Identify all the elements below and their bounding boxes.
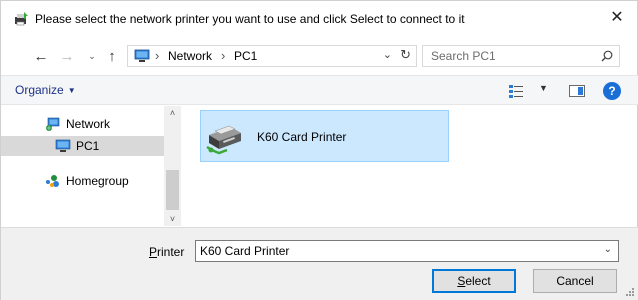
scroll-up-icon: ˄ (169, 108, 176, 118)
tree-item-label: Network (66, 117, 111, 131)
computer-icon (134, 49, 150, 62)
preview-pane-button[interactable] (569, 85, 585, 97)
address-dropdown-icon[interactable]: ⌄ (383, 48, 392, 61)
close-icon: ✕ (610, 9, 624, 26)
scroll-down-icon: ˅ (169, 214, 176, 224)
search-placeholder: Search PC1 (431, 49, 496, 63)
close-button[interactable]: ✕ (595, 1, 638, 33)
accelerator-key: S (457, 274, 466, 288)
computer-icon (55, 139, 71, 152)
homegroup-icon (46, 175, 59, 187)
scrollbar-thumb[interactable] (166, 170, 179, 210)
select-button-label: elect (465, 274, 491, 288)
tree-item-pc1[interactable]: PC1 (1, 136, 164, 156)
tree-item-homegroup[interactable]: Homegroup (45, 171, 161, 191)
printer-combobox[interactable]: K60 Card Printer ⌄ (195, 240, 619, 262)
network-icon (46, 117, 60, 131)
add-printer-dialog: Please select the network printer you wa… (0, 0, 638, 300)
resize-grip-icon[interactable] (626, 288, 634, 296)
printer-list-item[interactable]: K60 Card Printer (200, 110, 449, 162)
help-button[interactable]: ? (603, 82, 621, 100)
scroll-down-button[interactable]: ˅ (164, 212, 181, 226)
breadcrumb-pc1[interactable]: PC1 (234, 49, 257, 63)
scroll-up-button[interactable]: ˄ (164, 106, 181, 120)
address-bar[interactable]: › Network › PC1 ⌄ ↻ (127, 45, 417, 67)
view-options-caret-icon[interactable]: ▼ (539, 83, 548, 93)
printer-label-text: rinter (157, 245, 185, 259)
cancel-button-label: Cancel (556, 274, 594, 288)
tree-item-label: Homegroup (66, 174, 129, 188)
cancel-button[interactable]: Cancel (533, 269, 617, 293)
forward-button[interactable]: → (57, 45, 77, 67)
select-button[interactable]: Select (432, 269, 516, 293)
up-button[interactable]: ↑ (103, 45, 121, 67)
accelerator-key: P (149, 245, 158, 259)
dialog-title: Please select the network printer you wa… (35, 12, 465, 26)
forward-arrow-icon: → (59, 47, 75, 65)
change-view-icon[interactable] (509, 84, 523, 98)
breadcrumb-separator: › (155, 48, 160, 63)
back-button[interactable]: ← (31, 45, 51, 67)
chevron-down-icon: ⌄ (603, 244, 612, 255)
printer-icon (206, 125, 241, 155)
printer-field-label: Printer (149, 245, 184, 259)
organize-label: Organize (15, 83, 64, 97)
back-arrow-icon: ← (33, 47, 49, 65)
chevron-down-icon: ⌄ (88, 50, 96, 61)
search-icon (601, 50, 613, 62)
breadcrumb-network[interactable]: Network (168, 49, 212, 63)
title-bar: Please select the network printer you wa… (1, 1, 638, 37)
recent-locations-button[interactable]: ⌄ (85, 45, 99, 67)
command-bar: Organize ▼ ▼ ? (1, 75, 638, 105)
content-pane: K60 Card Printer (183, 106, 633, 226)
tree-item-network[interactable]: Network (45, 114, 161, 134)
breadcrumb-separator: › (221, 48, 226, 63)
tree-item-label: PC1 (76, 139, 100, 153)
search-input[interactable]: Search PC1 (422, 45, 620, 67)
organize-menu-button[interactable]: Organize ▼ (15, 83, 76, 97)
refresh-icon[interactable]: ↻ (400, 47, 411, 63)
add-printer-icon (15, 12, 28, 26)
caret-down-icon: ▼ (67, 86, 76, 95)
up-arrow-icon: ↑ (108, 47, 116, 65)
help-icon: ? (608, 84, 616, 98)
navigation-pane: Network PC1 Homegroup (1, 106, 181, 226)
printer-name: K60 Card Printer (257, 130, 347, 144)
navigation-row: ← → ⌄ ↑ › Network › PC1 ⌄ ↻ Search PC1 (1, 41, 638, 71)
printer-combobox-value: K60 Card Printer (200, 244, 290, 258)
